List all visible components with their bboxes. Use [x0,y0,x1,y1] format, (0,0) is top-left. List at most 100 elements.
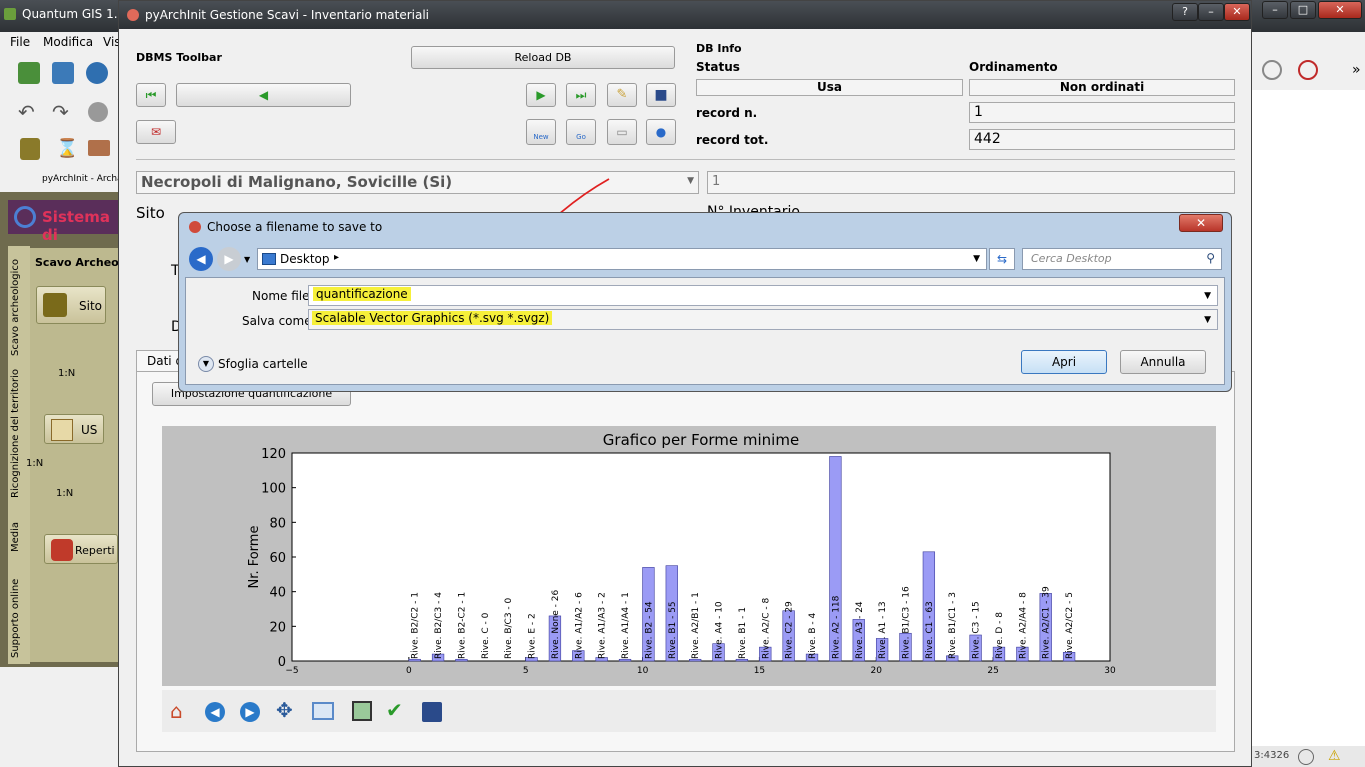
edit-button[interactable]: ✎ [607,83,637,107]
inventory-number-field[interactable]: 1 [707,171,1235,194]
qgis-minimize-button[interactable]: – [1262,1,1288,19]
go-button[interactable]: Go [566,119,596,145]
back-nav-icon[interactable]: ◀ [189,247,213,271]
zoom-rect-icon[interactable] [312,702,334,720]
zoom-icon[interactable] [1262,60,1282,80]
site-tool-icon[interactable] [20,138,40,160]
back-icon[interactable]: ◀ [205,702,225,722]
add-db-icon[interactable] [86,62,108,84]
menu-file[interactable]: File [10,35,30,49]
side-tab-supporto[interactable]: Supporto online [8,564,30,660]
db-info-label: DB Info [696,42,742,55]
bar-label: Rive. B1 - 1 [738,607,748,659]
y-tick-label: 80 [269,516,286,531]
bar-label: Rive. B/C3 - 0 [504,597,514,659]
search-record-button[interactable]: ● [646,119,676,145]
side-tab-ricognizione[interactable]: Ricognizione del territorio [8,369,30,500]
filename-chevron-icon: ▼ [1204,291,1211,301]
qgis-maximize-button[interactable]: □ [1290,1,1316,19]
new-record-button[interactable]: New [526,119,556,145]
side-tab-scavo[interactable]: Scavo archeologico [8,252,30,360]
inventory-number-value: 1 [712,174,721,189]
node-reperti-label: Reperti [75,544,115,557]
main-titlebar: pyArchInit Gestione Scavi - Inventario m… [119,1,1251,29]
redo-icon[interactable]: ↷ [52,100,69,124]
status-value-text: Usa [817,80,842,94]
search-icon: ⚲ [1206,251,1215,265]
prev-record-button[interactable]: ◀ [176,83,351,107]
warning-icon[interactable]: ⚠ [1328,748,1341,764]
location-chevron-icon: ▼ [973,254,980,264]
add-raster-icon[interactable] [52,62,74,84]
dialog-body: Nome file: quantificazione ▼ Salva come:… [185,277,1225,385]
zoom-out-icon[interactable] [1298,60,1318,80]
next-record-icon: ▶ [536,88,546,102]
save-dialog: Choose a filename to save to ✕ ◀ ▶ ▼ Des… [178,212,1232,392]
render-icon[interactable] [1298,749,1314,765]
bar-label: Rive. A1/A3 - 2 [598,592,608,659]
qgis-close-button[interactable]: ✕ [1318,1,1362,19]
cancel-button[interactable]: Annulla [1120,350,1206,374]
filename-label: Nome file: [252,289,314,303]
add-vector-icon[interactable] [18,62,40,84]
node-us[interactable]: US [44,414,104,444]
chart-toolbar: ⌂ ◀ ▶ ✥ ✔ [162,690,1216,732]
shape-icon[interactable] [88,102,108,122]
bar-label: Rive. A1/A4 - 1 [621,592,631,659]
pyarchinit-panel: Sistema di Scavo Archeolo Scavo archeolo… [0,192,130,667]
browse-folders-label[interactable]: Sfoglia cartelle [218,357,308,371]
house-tool-icon[interactable] [88,140,110,156]
help-button[interactable]: ? [1172,3,1198,21]
edit-curves-icon[interactable]: ✔ [386,698,403,722]
first-record-button[interactable]: ⏮ [136,83,166,107]
dialog-close-button[interactable]: ✕ [1179,214,1223,232]
logo-icon [14,206,36,228]
location-bar[interactable]: Desktop ▸ ▼ [257,248,987,270]
pan-icon[interactable]: ✥ [276,698,293,722]
reperti-node-icon [51,539,73,561]
qgis-menubar: File Modifica Vis [0,32,125,52]
open-button[interactable]: Apri [1021,350,1107,374]
history-chevron-icon[interactable]: ▼ [244,255,250,264]
menu-modifica[interactable]: Modifica [43,35,93,49]
bar-label: Rive. A2/C - 8 [761,597,771,659]
search-box[interactable]: Cerca Desktop ⚲ [1022,248,1222,270]
node-sito[interactable]: Sito [36,286,106,324]
undo-icon[interactable]: ↶ [18,100,35,124]
folder-button[interactable]: ▭ [607,119,637,145]
bar-label: Rive. B - 4 [808,613,818,659]
side-tab-scavo-label: Scavo archeologico [10,259,21,356]
x-tick-label: 0 [406,666,412,676]
status-value: Usa [696,79,963,96]
main-close-button[interactable]: ✕ [1224,3,1250,21]
more-chevron-icon[interactable]: » [1352,62,1361,78]
filename-input[interactable]: quantificazione ▼ [308,285,1218,306]
first-record-icon: ⏮ [145,88,157,102]
bar-label: Rive. A4 - 10 [715,601,725,659]
home-icon[interactable]: ⌂ [170,699,183,723]
hourglass-icon[interactable]: ⌛ [56,138,78,159]
bar-label: Rive. B2/C3 - 4 [434,592,444,659]
last-record-button[interactable]: ⏭ [566,83,596,107]
save-figure-icon[interactable] [422,702,442,722]
forward-nav-icon[interactable]: ▶ [217,247,241,271]
bar-label: Rive. C2 - 29 [785,601,795,659]
map-canvas[interactable] [1252,90,1365,746]
edit-icon: ✎ [616,87,628,102]
refresh-button[interactable]: ⇆ [989,248,1015,270]
reload-db-button[interactable]: Reload DB [411,46,675,69]
chart-title: Grafico per Forme minime [603,431,799,449]
next-record-button[interactable]: ▶ [526,83,556,107]
configure-subplots-icon[interactable] [352,701,372,721]
x-tick-label: 10 [637,666,649,676]
browse-folders-icon[interactable]: ▼ [198,356,214,372]
main-minimize-button[interactable]: – [1198,3,1224,21]
side-tab-media[interactable]: Media [8,510,30,554]
forward-icon[interactable]: ▶ [240,702,260,722]
node-reperti[interactable]: Reperti [44,534,118,564]
report-button[interactable]: ✉ [136,120,176,144]
file-type-select[interactable]: Scalable Vector Graphics (*.svg *.svgz) … [308,309,1218,330]
node-us-label: US [81,423,98,437]
folder-icon: ▭ [616,125,628,139]
save-button[interactable]: ■ [646,83,676,107]
